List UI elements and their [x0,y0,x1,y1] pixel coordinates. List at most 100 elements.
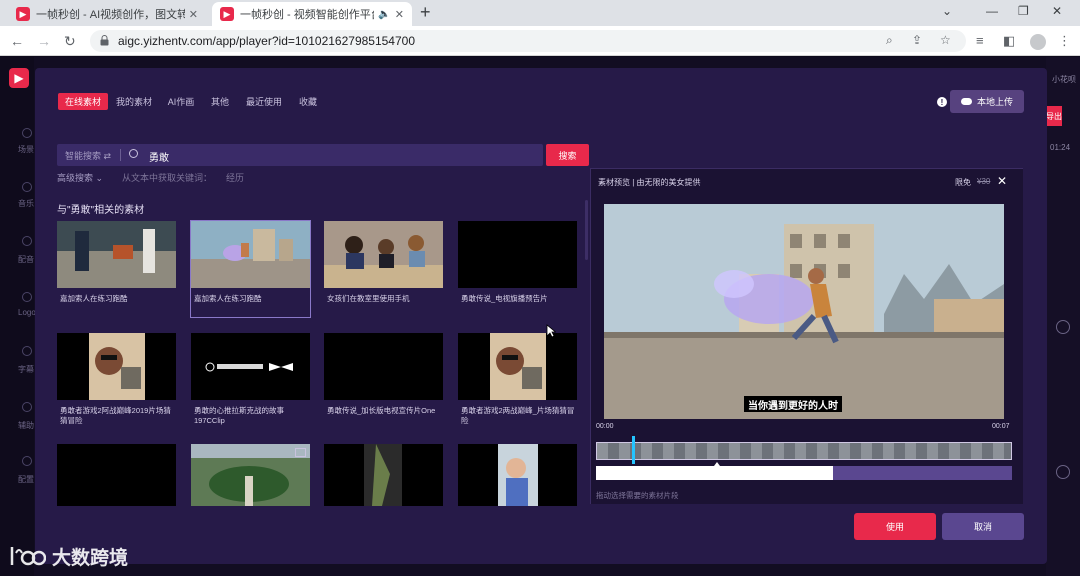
rail-item[interactable]: 音乐 [18,198,34,209]
tab-favorites[interactable]: 收藏 [294,93,322,110]
browser-menu-icon[interactable]: ⋮ [1058,33,1071,49]
right-edge-label: 小花呗 [1052,75,1076,84]
app-logo-icon[interactable]: ▶ [9,68,29,88]
local-upload-button[interactable]: 本地上传 [950,90,1024,113]
reading-list-icon[interactable]: ≡ [976,33,984,48]
tab-ai-painting[interactable]: AI作画 [162,93,200,110]
browser-tab-2[interactable]: ▶ 一帧秒创 - 视频智能创作平台 🔈 ✕ [212,2,412,26]
thumb-image-aerial-park [191,444,310,506]
result-caption: 勇敢传说_加长版电视宣传片One [327,406,436,415]
thumb-image-parkour-2 [191,221,310,288]
keyword-chip[interactable]: 经历 [226,171,244,184]
result-thumbnail [191,221,310,288]
search-icon [129,149,138,158]
search-mode-select[interactable]: 智能搜索 ⇄ [65,149,111,162]
divider [120,149,121,161]
new-tab-button[interactable]: + [420,2,431,23]
rail-item[interactable]: 辅助 [18,420,34,431]
upload-label: 本地上传 [976,97,1013,107]
rail-assist-icon[interactable] [22,402,32,412]
result-card-selected[interactable]: 嘉加索人在练习跑酷 [190,220,311,318]
result-caption: 勇敢者游戏2阿战巅峰2019片场猜猜冒险 [60,406,171,425]
result-thumbnail [324,333,443,400]
speaker-icon[interactable]: 🔈 [378,9,390,20]
search-button[interactable]: 搜索 [546,144,589,166]
settings-circle-icon[interactable] [1056,465,1070,479]
thumb-image-parkour-1 [57,221,176,288]
keyword-extract-label: 从文本中获取关键词： [122,173,213,183]
result-thumbnail [57,444,176,506]
tab-other[interactable]: 其他 [206,93,234,110]
tab-recent[interactable]: 最近使用 [242,93,286,110]
rail-item[interactable]: 场景 [18,144,34,155]
video-subtitle: 当你遇到更好的人时 [744,396,842,412]
results-scrollbar[interactable] [585,200,588,260]
advanced-search-label: 高级搜索 [57,173,94,183]
rail-item[interactable]: Logo [18,308,36,317]
result-caption: 勇敢的心推拉斯克战的故事197CClip [194,406,284,425]
use-button[interactable]: 使用 [854,513,936,540]
share-icon[interactable]: ⇪ [912,33,922,47]
time-start: 00:00 [596,423,614,430]
lock-icon [100,35,109,46]
mouse-cursor-icon [546,324,556,338]
result-caption: 嘉加索人在练习跑酷 [60,294,128,303]
rail-music-icon[interactable] [22,182,32,192]
window-close-icon[interactable]: ✕ [1052,4,1062,18]
profile-avatar[interactable] [1030,34,1046,50]
export-button[interactable]: 导出 [1046,106,1062,126]
rail-item[interactable]: 字幕 [18,364,34,375]
cloud-upload-icon [960,98,972,105]
search-mode-label: 智能搜索 [65,151,102,161]
result-thumbnail [191,333,310,400]
free-badge: 限免 [955,178,971,187]
advanced-search-toggle[interactable]: 高级搜索 ⌄ [57,171,103,184]
tab-title: 一帧秒创 - 视频智能创作平台 [240,9,375,21]
zoom-icon[interactable]: ⌕ [886,33,893,48]
rail-config-icon[interactable] [22,456,32,466]
playhead-handle[interactable] [632,436,635,464]
info-icon[interactable]: ! [937,97,947,107]
forward-icon[interactable]: → [37,33,51,49]
tab-online-materials[interactable]: 在线素材 [58,93,108,110]
close-icon[interactable]: ✕ [997,174,1007,188]
tab-my-materials[interactable]: 我的素材 [113,93,155,110]
reload-icon[interactable]: ↻ [64,33,76,50]
side-panel-icon[interactable]: ◧ [1003,33,1015,49]
rail-item[interactable]: 配音 [18,254,34,265]
app-favicon-icon: ▶ [16,7,30,21]
restore-icon[interactable]: ❐ [1018,4,1029,18]
time-end: 00:07 [992,423,1010,430]
back-icon[interactable]: ← [10,33,24,49]
original-price: ¥30 [977,177,991,186]
clip-filmstrip[interactable] [596,442,1012,460]
thumb-image-girl [458,444,577,506]
related-materials-title: 与"勇敢"相关的素材 [57,205,145,216]
thumb-image-cinedigm [191,333,310,400]
tab-close-icon[interactable]: ✕ [189,8,198,21]
result-caption: 女孩们在教室里使用手机 [327,294,410,303]
tab-search-icon[interactable]: ⌄ [942,4,952,18]
browser-tab-1[interactable]: ▶ 一帧秒创 - AI视频创作，图文转视频 ✕ [8,2,206,26]
cancel-button[interactable]: 取消 [942,513,1024,540]
search-input[interactable]: 勇敢 [149,149,169,164]
rail-item[interactable]: 配置 [18,474,34,485]
result-caption: 嘉加索人在练习跑酷 [194,294,262,303]
rail-voice-icon[interactable] [22,236,32,246]
rail-subtitle-icon[interactable] [22,346,32,356]
result-thumbnail [458,444,577,506]
rail-scene-icon[interactable] [22,128,32,138]
bookmark-star-icon[interactable]: ☆ [940,33,951,47]
rail-logo-icon[interactable] [22,292,32,302]
preview-title: 素材预览 | 由无限的美女提供 [598,178,701,187]
url-text: aigc.yizhentv.com/app/player?id=10102162… [118,34,416,48]
preview-video[interactable] [604,204,1004,419]
address-bar[interactable]: aigc.yizhentv.com/app/player?id=10102162… [90,30,966,52]
drag-hint: 拖动选择需要的素材片段 [596,491,679,500]
minimize-icon[interactable]: — [986,4,998,18]
result-caption: 勇敢传说_电视旗播预告片 [461,294,548,303]
tab-close-icon[interactable]: ✕ [395,8,404,21]
add-circle-icon[interactable] [1056,320,1070,334]
clip-range-selection[interactable] [596,466,833,480]
right-edge-time: 01:24 [1050,143,1071,152]
